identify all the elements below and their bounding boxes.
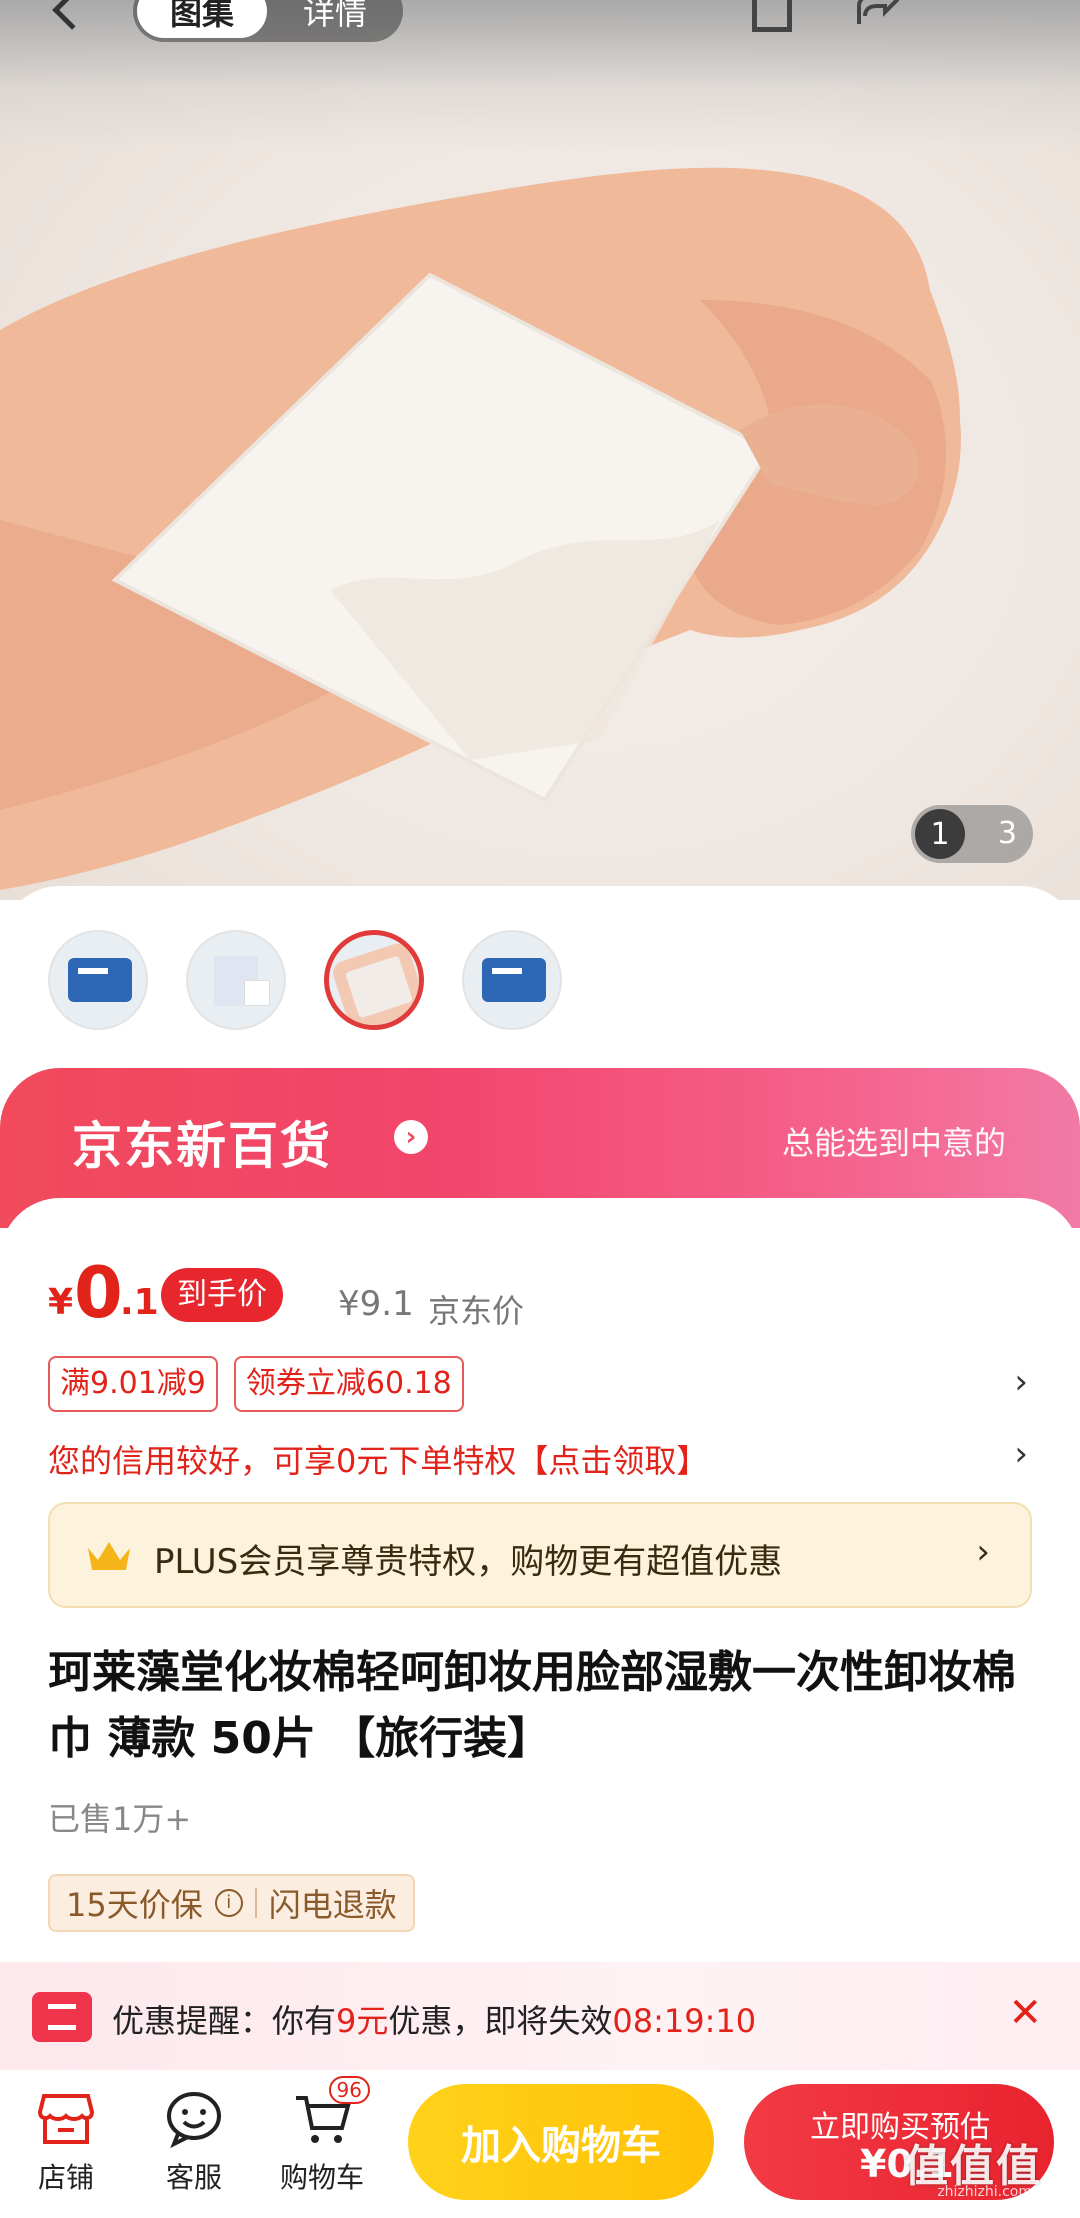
favorite-icon[interactable] [752, 0, 792, 32]
price-integer: 0 [74, 1252, 123, 1334]
sold-count: 已售1万+ [48, 1800, 192, 1838]
chevron-right-icon[interactable]: › [1014, 1362, 1028, 1402]
reminder-text: 优惠提醒：你有9元优惠，即将失效08:19:10 [112, 1996, 756, 2042]
image-page-indicator: 1 3 [911, 805, 1033, 863]
final-price-tag: 到手价 [161, 1268, 283, 1322]
currency-symbol: ¥ [48, 1282, 74, 1323]
thumbnail[interactable] [48, 930, 148, 1030]
customer-service-icon [167, 2092, 221, 2148]
reminder-countdown: 08:19:10 [612, 2002, 757, 2040]
product-image[interactable] [0, 0, 1080, 900]
thumbnail-strip [48, 930, 562, 1030]
chevron-right-icon: › [394, 1120, 428, 1154]
buy-now-button[interactable]: 立即购买预估 ¥0.1 值值值 zhizhizhi.com [744, 2084, 1054, 2200]
total-pages: 3 [997, 816, 1017, 851]
price-row: ¥ 0 .1 到手价 ¥9.1 京东价 [48, 1252, 1048, 1334]
store-nav[interactable]: 店铺 [16, 2088, 116, 2196]
plus-text: PLUS会员享尊贵特权，购物更有超值优惠 [154, 1542, 783, 1582]
bottom-action-bar: 店铺 客服 96 购物车 加入购物车 立即购买预估 ¥0.1 值值值 zhizh… [0, 2070, 1080, 2218]
cart-icon-wrap: 96 [292, 2076, 370, 2148]
info-icon[interactable]: i [214, 1889, 243, 1917]
reminder-middle: 优惠，即将失效 [388, 2002, 613, 2040]
thumbnail[interactable] [462, 930, 562, 1030]
coupon-tag[interactable]: 满9.01减9 [48, 1356, 218, 1412]
plus-member-banner[interactable]: PLUS会员享尊贵特权，购物更有超值优惠 › [48, 1502, 1032, 1608]
add-to-cart-button[interactable]: 加入购物车 [408, 2084, 714, 2200]
current-page: 1 [915, 809, 965, 859]
chevron-right-icon[interactable]: › [1014, 1434, 1028, 1474]
reminder-prefix: 优惠提醒：你有 [112, 2002, 337, 2040]
divider [254, 1888, 257, 1918]
view-switcher: 图集 详情 [133, 0, 403, 42]
cart-count-badge: 96 [328, 2076, 370, 2104]
promo-reminder[interactable]: 优惠提醒：你有9元优惠，即将失效08:19:10 ✕ [0, 1962, 1080, 2078]
product-title: 珂莱藻堂化妆棉轻呵卸妆用脸部湿敷一次性卸妆棉巾 薄款 50片 【旅行装】 [48, 1647, 1016, 1764]
cart-nav[interactable]: 96 购物车 [272, 2076, 372, 2196]
price-decimal: .1 [120, 1282, 159, 1323]
crown-icon [88, 1542, 130, 1570]
coupon-tag[interactable]: 领券立减60.18 [233, 1356, 464, 1412]
thumbnail-selected[interactable] [324, 930, 424, 1030]
menu-icon [32, 1992, 92, 2042]
tab-gallery[interactable]: 图集 [137, 0, 267, 38]
service-guarantee[interactable]: 15天价保 i 闪电退款 [48, 1874, 415, 1932]
service-label: 客服 [165, 2161, 222, 2194]
banner-slogan: 总能选到中意的 [781, 1124, 1006, 1162]
watermark-url: zhizhizhi.com [937, 2184, 1032, 2200]
share-icon[interactable] [855, 0, 899, 26]
top-navigation: 图集 详情 [0, 0, 1080, 42]
back-icon[interactable] [52, 0, 92, 30]
jd-price: ¥9.1 [338, 1284, 414, 1324]
cart-label: 购物车 [279, 2161, 364, 2194]
jd-price-label: 京东价 [428, 1292, 525, 1330]
thumbnail[interactable] [186, 930, 286, 1030]
coupon-list[interactable]: 满9.01减9 领券立减60.18 [48, 1356, 464, 1412]
refund-label: 闪电退款 [268, 1886, 397, 1924]
close-icon[interactable]: ✕ [1008, 1990, 1042, 2036]
chevron-right-icon: › [976, 1532, 990, 1572]
banner-brand: 京东新百货 [72, 1117, 332, 1175]
store-label: 店铺 [37, 2161, 94, 2194]
reminder-amount: 9元 [336, 2002, 389, 2040]
store-icon [37, 2094, 95, 2144]
credit-privilege-link[interactable]: 您的信用较好，可享0元下单特权【点击领取】 [48, 1436, 708, 1482]
service-nav[interactable]: 客服 [144, 2088, 244, 2196]
price-protect-label: 15天价保 [66, 1886, 203, 1924]
tab-detail[interactable]: 详情 [267, 0, 403, 34]
